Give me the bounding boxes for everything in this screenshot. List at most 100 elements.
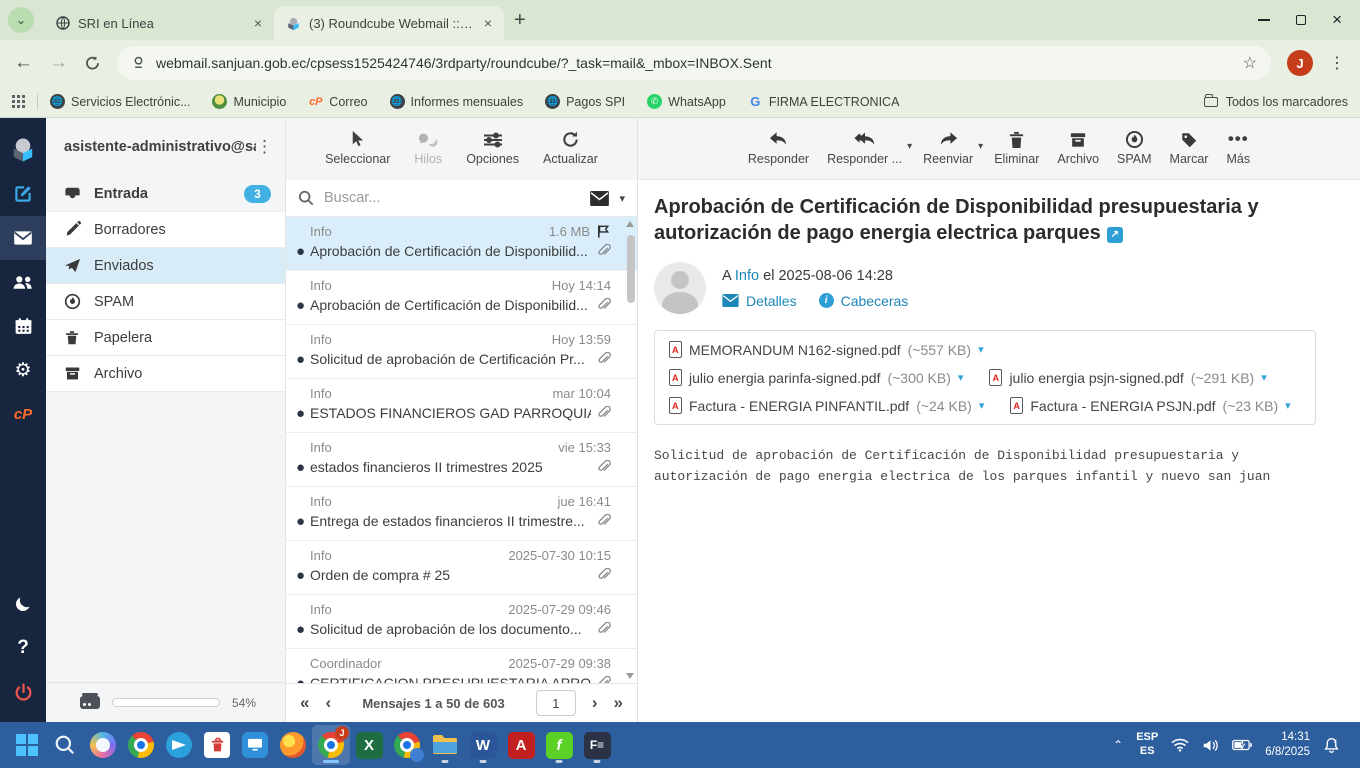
- excel-button[interactable]: X: [350, 725, 388, 765]
- attachment-menu-caret-icon[interactable]: ▾: [978, 343, 984, 356]
- bookmark-star-icon[interactable]: ☆: [1243, 53, 1257, 73]
- url-text[interactable]: webmail.sanjuan.gob.ec/cpsess1525424746/…: [156, 55, 1233, 71]
- spam-button[interactable]: SPAM: [1108, 127, 1161, 166]
- bookmark-correo[interactable]: cPCorreo: [308, 94, 367, 109]
- recipient-link[interactable]: Info: [735, 268, 759, 284]
- volume-icon[interactable]: [1202, 738, 1219, 753]
- cpanel-nav-button[interactable]: cP: [0, 392, 46, 436]
- copilot-button[interactable]: [84, 725, 122, 765]
- dark-mode-icon[interactable]: [0, 582, 46, 626]
- wifi-icon[interactable]: [1171, 738, 1189, 752]
- tab-close-icon[interactable]: ×: [252, 15, 264, 31]
- folder-spam[interactable]: SPAM: [46, 284, 285, 320]
- apps-grid-icon[interactable]: [12, 95, 25, 108]
- folder-archive[interactable]: Archivo: [46, 356, 285, 392]
- bookmark-whatsapp[interactable]: ✆WhatsApp: [647, 94, 726, 109]
- calendar-nav-button[interactable]: [0, 304, 46, 348]
- file-explorer-button[interactable]: [426, 725, 464, 765]
- scroll-down-icon[interactable]: [626, 673, 634, 679]
- word-button[interactable]: W: [464, 725, 502, 765]
- remote-desktop-button[interactable]: [236, 725, 274, 765]
- help-icon[interactable]: ?: [0, 626, 46, 670]
- next-page-icon[interactable]: ›: [592, 693, 598, 713]
- search-scope-envelope-icon[interactable]: [590, 191, 609, 206]
- options-button[interactable]: Opciones: [457, 127, 528, 166]
- start-button[interactable]: [8, 725, 46, 765]
- attachment-menu-caret-icon[interactable]: ▾: [1285, 399, 1291, 412]
- last-page-icon[interactable]: »: [614, 693, 623, 713]
- refresh-button[interactable]: Actualizar: [534, 127, 607, 166]
- bookmark-pagos[interactable]: 🌐Pagos SPI: [545, 94, 625, 109]
- firma-fx-button[interactable]: f: [540, 725, 578, 765]
- firefox-button[interactable]: [274, 725, 312, 765]
- firmaec-button[interactable]: F≡: [578, 725, 616, 765]
- url-bar[interactable]: webmail.sanjuan.gob.ec/cpsess1525424746/…: [117, 46, 1271, 80]
- message-row[interactable]: Infovie 15:33 ●estados financieros II tr…: [286, 433, 637, 487]
- bookmark-informes[interactable]: 🌐Informes mensuales: [390, 94, 524, 109]
- site-settings-icon[interactable]: [131, 56, 146, 71]
- attachment-item[interactable]: julio energia psjn-signed.pdf(~291 KB)▾: [989, 369, 1266, 386]
- message-row[interactable]: InfoHoy 13:59 ●Solicitud de aprobación d…: [286, 325, 637, 379]
- page-number-input[interactable]: 1: [536, 690, 576, 716]
- more-button[interactable]: ••• Más: [1217, 127, 1259, 166]
- new-tab-button[interactable]: +: [514, 9, 526, 32]
- back-icon[interactable]: ←: [14, 52, 33, 74]
- search-options-caret-icon[interactable]: ▾: [619, 192, 625, 205]
- folder-inbox[interactable]: Entrada 3: [46, 176, 285, 212]
- notification-bell-icon[interactable]: z: [1323, 737, 1340, 754]
- tab-sri[interactable]: SRI en Línea ×: [44, 6, 274, 40]
- tab-roundcube[interactable]: (3) Roundcube Webmail :: Envia ×: [274, 6, 504, 40]
- scroll-up-icon[interactable]: [626, 221, 634, 227]
- forward-button[interactable]: Reenviar: [914, 127, 982, 166]
- message-row[interactable]: Infomar 10:04 ●ESTADOS FINANCIEROS GAD P…: [286, 379, 637, 433]
- chrome-active-button[interactable]: J: [312, 725, 350, 765]
- reply-all-caret-icon[interactable]: ▾: [907, 141, 912, 152]
- threads-button[interactable]: Hilos: [405, 127, 451, 166]
- mark-button[interactable]: Marcar: [1161, 127, 1218, 166]
- tab-close-icon[interactable]: ×: [482, 15, 494, 31]
- delete-button[interactable]: Eliminar: [985, 127, 1048, 166]
- folder-sent[interactable]: Enviados: [46, 248, 285, 284]
- folder-trash[interactable]: Papelera: [46, 320, 285, 356]
- bookmark-servicios[interactable]: 🌐Servicios Electrónic...: [50, 94, 190, 109]
- attachment-menu-caret-icon[interactable]: ▾: [958, 371, 964, 384]
- settings-nav-button[interactable]: ⚙: [0, 348, 46, 392]
- first-page-icon[interactable]: «: [300, 693, 309, 713]
- tray-expand-icon[interactable]: ⌃: [1113, 738, 1123, 752]
- contacts-nav-button[interactable]: [0, 260, 46, 304]
- logout-icon[interactable]: [0, 670, 46, 714]
- chrome-button[interactable]: [122, 725, 160, 765]
- open-in-new-window-icon[interactable]: ↗: [1107, 227, 1123, 243]
- account-menu-icon[interactable]: ⋮: [256, 137, 273, 157]
- details-link[interactable]: Detalles: [722, 293, 797, 309]
- taskbar-search-button[interactable]: [46, 725, 84, 765]
- recycle-bin-button[interactable]: [198, 725, 236, 765]
- attachment-item[interactable]: Factura - ENERGIA PINFANTIL.pdf(~24 KB)▾: [669, 397, 984, 414]
- compose-button[interactable]: [0, 172, 46, 216]
- close-button[interactable]: ×: [1332, 15, 1342, 25]
- message-row[interactable]: Infojue 16:41 ●Entrega de estados financ…: [286, 487, 637, 541]
- message-row[interactable]: InfoHoy 14:14 ●Aprobación de Certificaci…: [286, 271, 637, 325]
- headers-link[interactable]: i Cabeceras: [819, 293, 909, 309]
- attachment-item[interactable]: julio energia parinfa-signed.pdf(~300 KB…: [669, 369, 963, 386]
- all-bookmarks-button[interactable]: Todos los marcadores: [1204, 95, 1348, 109]
- message-row[interactable]: Info2025-07-30 10:15 ●Orden de compra # …: [286, 541, 637, 595]
- message-row[interactable]: Info1.6 MB ●Aprobación de Certificación …: [286, 217, 637, 271]
- clock[interactable]: 14:316/8/2025: [1265, 730, 1310, 760]
- bookmark-firma[interactable]: GFIRMA ELECTRONICA: [748, 94, 900, 109]
- prev-page-icon[interactable]: ‹: [325, 693, 331, 713]
- search-input[interactable]: [324, 190, 580, 206]
- archive-button[interactable]: Archivo: [1048, 127, 1108, 166]
- reply-button[interactable]: Responder: [739, 127, 818, 166]
- reply-all-button[interactable]: Responder ...: [818, 127, 911, 166]
- forward-icon[interactable]: →: [49, 52, 68, 74]
- browser-menu-icon[interactable]: ⋮: [1329, 53, 1346, 73]
- mail-nav-button[interactable]: [0, 216, 46, 260]
- forward-caret-icon[interactable]: ▾: [978, 141, 983, 152]
- minimize-button[interactable]: [1258, 19, 1270, 21]
- profile-avatar[interactable]: J: [1287, 50, 1313, 76]
- folder-drafts[interactable]: Borradores: [46, 212, 285, 248]
- message-row[interactable]: Coordinador2025-07-29 09:38 ●CERTIFICACI…: [286, 649, 637, 683]
- maximize-button[interactable]: [1296, 15, 1306, 25]
- attachment-menu-caret-icon[interactable]: ▾: [1261, 371, 1267, 384]
